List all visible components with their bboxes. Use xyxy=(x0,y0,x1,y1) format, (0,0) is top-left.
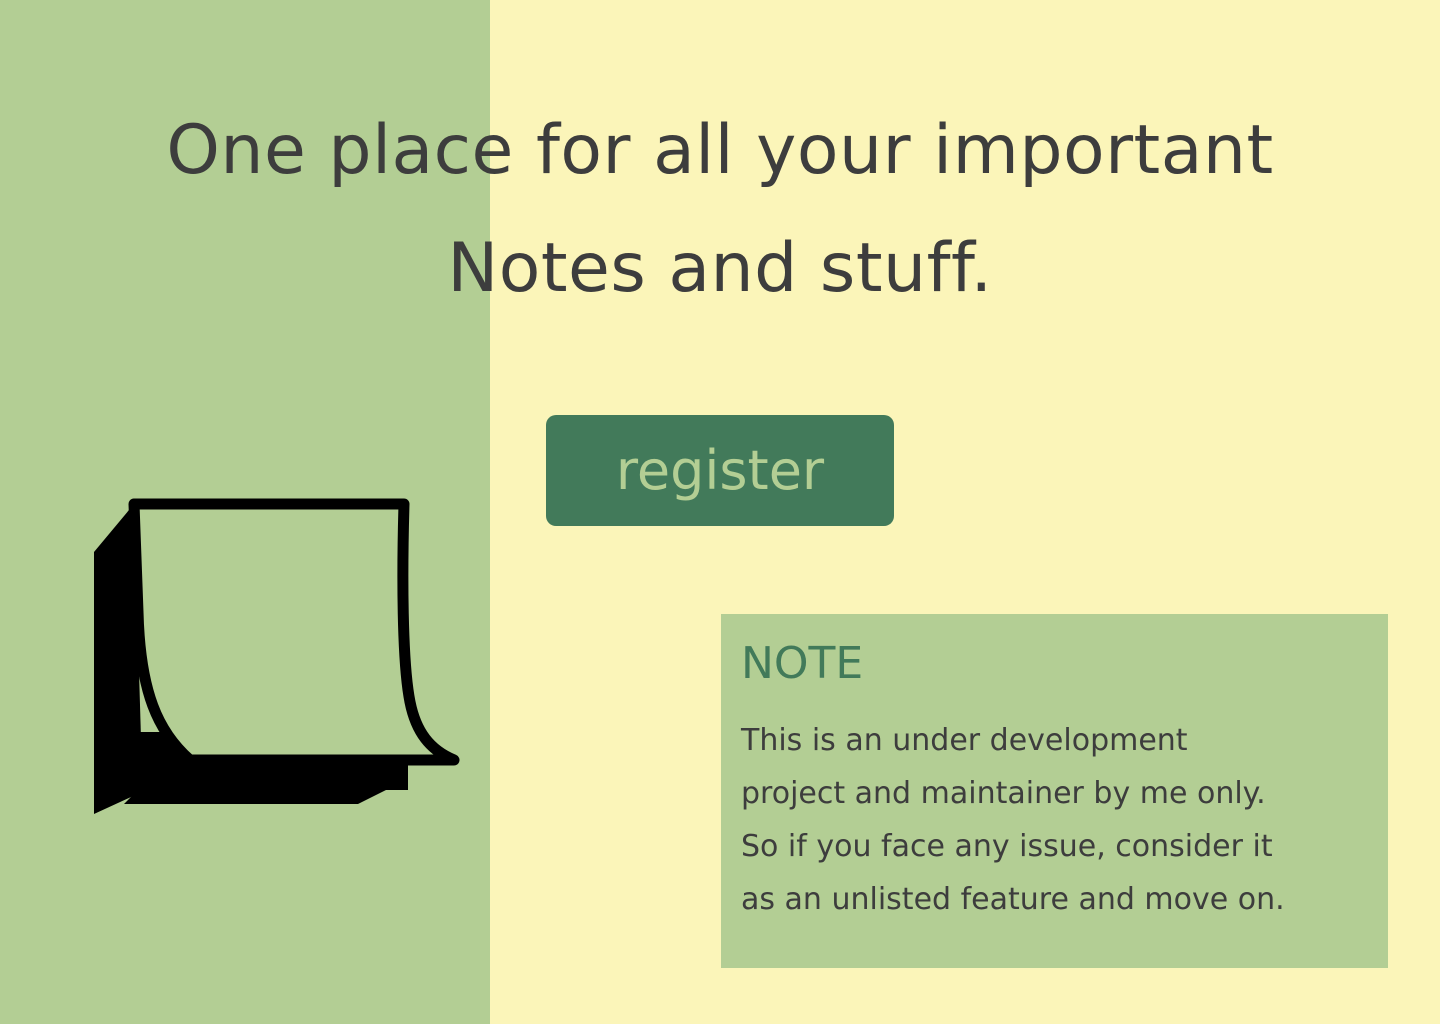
note-body-line-1: This is an under development xyxy=(741,723,1188,758)
note-body: This is an under development project and… xyxy=(741,714,1388,926)
sticky-note-icon xyxy=(94,498,460,814)
note-title: NOTE xyxy=(741,638,864,689)
hero-headline-line-1: One place for all your important xyxy=(166,111,1274,190)
register-button[interactable]: register xyxy=(546,415,894,526)
note-body-line-2: project and maintainer by me only. xyxy=(741,776,1266,811)
note-body-line-3: So if you face any issue, consider it xyxy=(741,829,1273,864)
note-body-line-4: as an unlisted feature and move on. xyxy=(741,882,1285,917)
hero-headline: One place for all your important Notes a… xyxy=(0,92,1440,328)
note-box: NOTE This is an under development projec… xyxy=(721,614,1388,968)
hero-headline-line-2: Notes and stuff. xyxy=(447,229,993,308)
